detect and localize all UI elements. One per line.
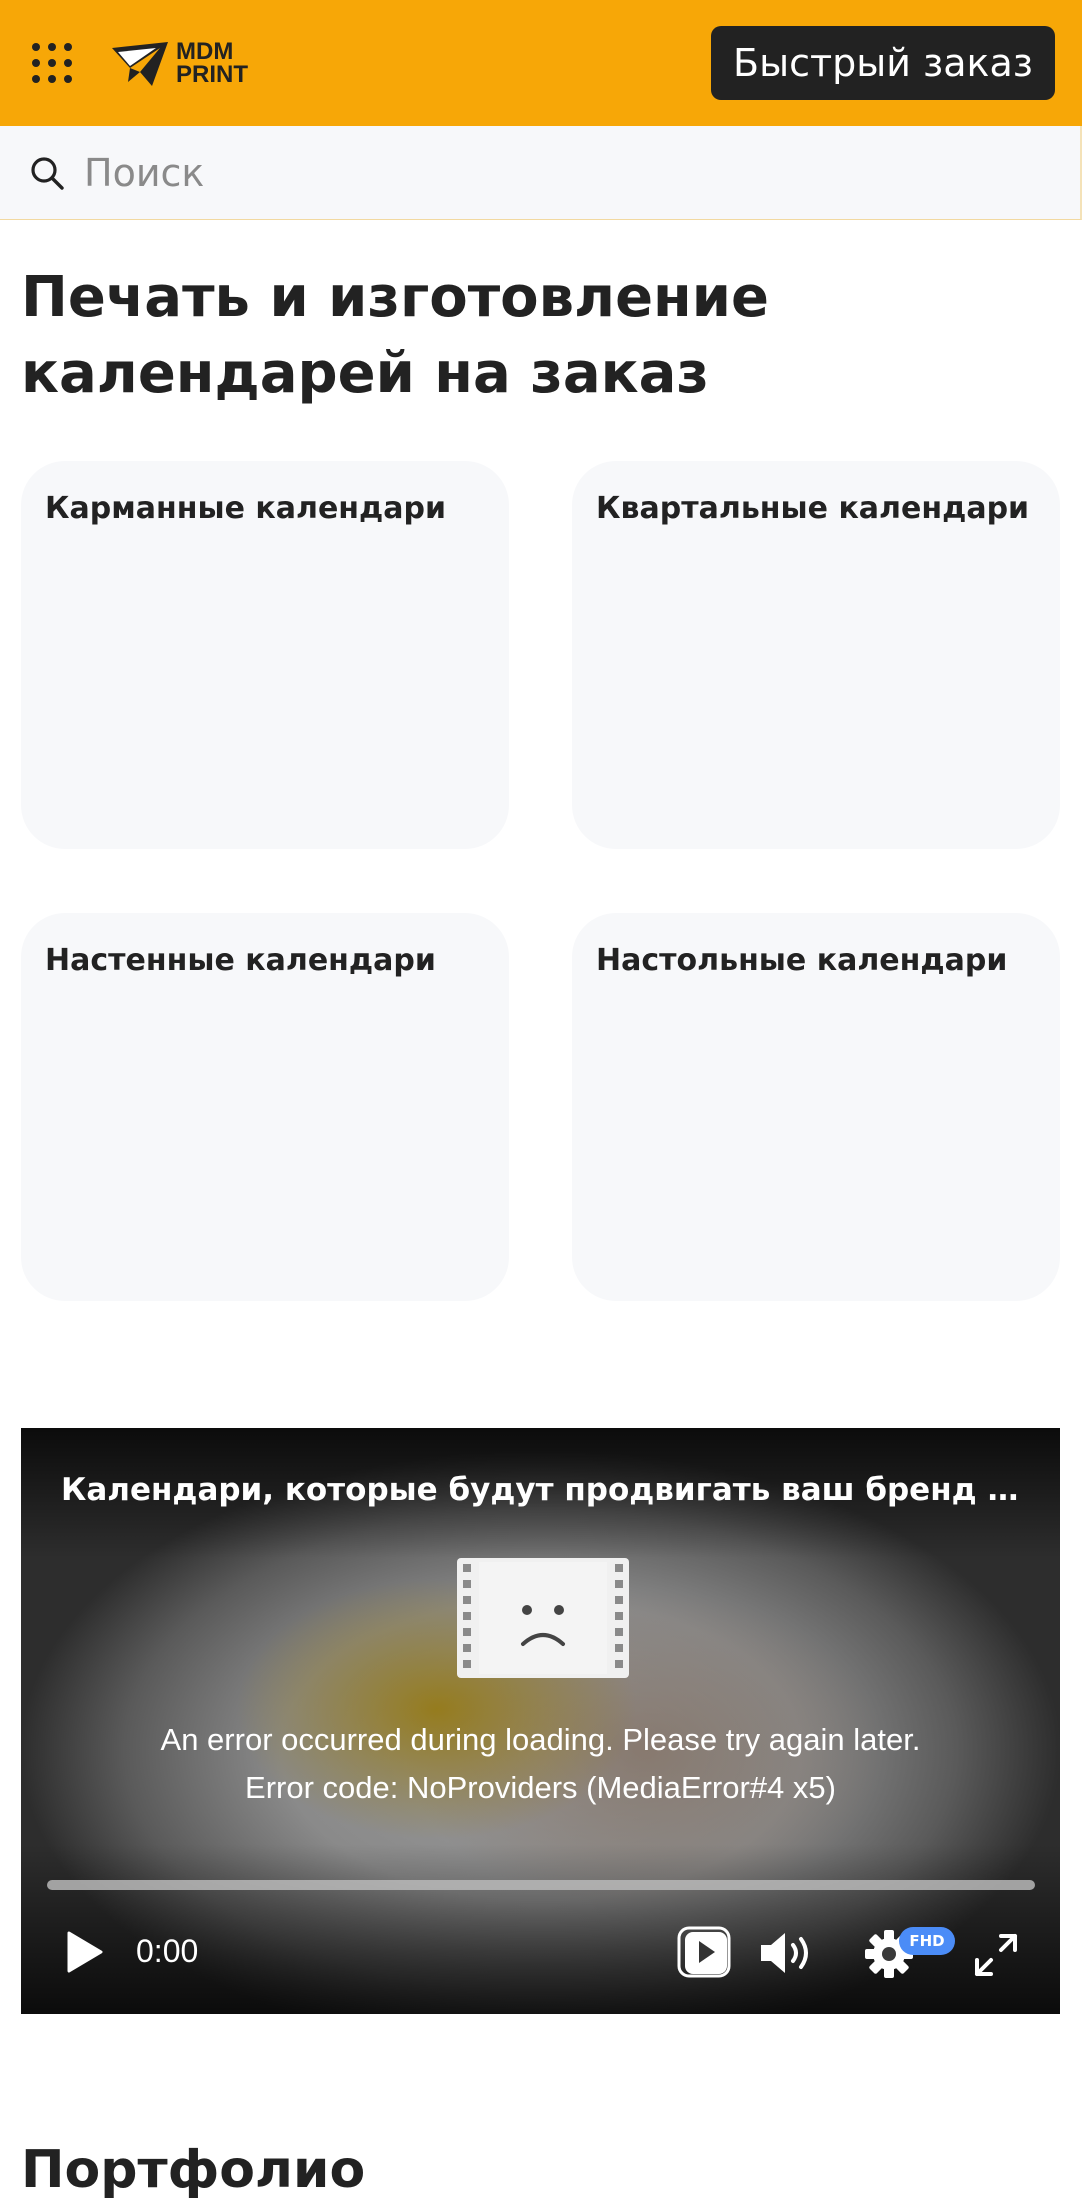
paper-plane-icon (112, 42, 168, 86)
site-header: MDM PRINT Быстрый заказ (0, 0, 1082, 126)
video-error-line-1: An error occurred during loading. Please… (160, 1722, 921, 1757)
video-progress-bar[interactable] (47, 1880, 1035, 1890)
video-player[interactable]: Календари, которые будут продвигать ваш … (21, 1428, 1060, 2014)
site-logo[interactable]: MDM PRINT (110, 38, 250, 88)
video-time: 0:00 (136, 1933, 199, 1969)
video-error-line-2: Error code: NoProviders (MediaError#4 x5… (245, 1770, 836, 1805)
video-title[interactable]: Календари, которые будут продвигать ваш … (61, 1472, 1021, 1508)
category-card-quarterly[interactable]: Квартальные календари (572, 461, 1060, 849)
sad-film-icon (457, 1558, 629, 1678)
category-card-pocket[interactable]: Карманные календари (21, 461, 509, 849)
search-input[interactable] (84, 142, 1044, 204)
grid-dots-icon[interactable] (30, 41, 74, 85)
play-icon[interactable] (65, 1930, 105, 1974)
search-icon (31, 157, 64, 190)
category-card-desk[interactable]: Настольные календари (572, 913, 1060, 1301)
video-error-message: An error occurred during loading. Please… (21, 1716, 1060, 1812)
volume-icon[interactable] (759, 1929, 817, 1977)
search-bar (0, 126, 1082, 220)
quick-order-button[interactable]: Быстрый заказ (711, 26, 1055, 100)
page-title: Печать и изготовление календарей на зака… (21, 260, 1021, 412)
category-card-label: Карманные календари (45, 491, 447, 526)
quality-badge: FHD (899, 1927, 955, 1955)
logo-wordmark: MDM PRINT (176, 38, 248, 88)
picture-in-picture-icon[interactable] (677, 1926, 731, 1978)
category-card-label: Настенные календари (45, 943, 436, 978)
portfolio-heading: Портфолио (21, 2140, 366, 2200)
fullscreen-icon[interactable] (973, 1932, 1019, 1978)
category-card-wall[interactable]: Настенные календари (21, 913, 509, 1301)
page-title-line-1: Печать и изготовление (21, 265, 769, 330)
page-title-line-2: календарей на заказ (21, 341, 709, 406)
category-card-label: Настольные календари (596, 943, 1008, 978)
category-card-label: Квартальные календари (596, 491, 1030, 526)
